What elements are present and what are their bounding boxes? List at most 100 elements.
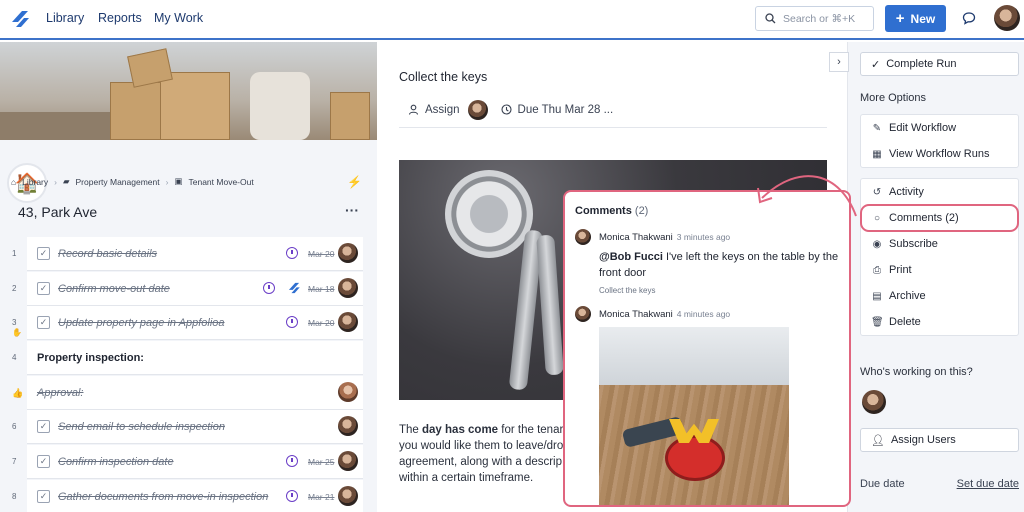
comment-author: Monica Thakwani 3 minutes ago <box>599 232 731 243</box>
task-number: 8 <box>12 491 17 501</box>
task-heading: Property inspection: <box>37 352 144 365</box>
comment-time: 4 minutes ago <box>676 309 731 319</box>
assignee-avatar <box>338 451 358 472</box>
clock-icon <box>263 281 275 294</box>
breadcrumb-library[interactable]: Library <box>22 177 48 187</box>
assign-users-button[interactable]: 👤︎ Assign Users <box>860 428 1019 452</box>
clock-icon <box>286 316 298 329</box>
task-checkbox[interactable]: ✓ <box>37 316 50 330</box>
worker-avatar[interactable] <box>862 390 886 414</box>
task-row[interactable]: 7 ✓ Confirm inspection date Mar 25 <box>0 445 377 480</box>
view-workflow-runs-item[interactable]: ▦ View Workflow Runs <box>861 141 1018 167</box>
user-avatar[interactable] <box>994 5 1020 31</box>
assignee-avatar <box>338 312 358 333</box>
run-actions-menu: ↺ Activity ○ Comments (2) ◉ Subscribe ⎙ … <box>860 178 1019 336</box>
plus-icon: + <box>895 10 905 27</box>
activity-item[interactable]: ↺ Activity <box>861 179 1018 205</box>
task-row[interactable]: 👍 Approval: <box>0 375 377 411</box>
set-due-date-link[interactable]: Set due date <box>957 478 1019 490</box>
search-placeholder: Search or ⌘+K <box>783 12 856 25</box>
complete-run-label: Complete Run <box>886 58 957 70</box>
task-row[interactable]: 1 ✓ Record basic details Mar 20 <box>0 237 377 272</box>
chevron-right-icon: › <box>54 176 57 187</box>
task-title: Collect the keys <box>399 70 488 84</box>
task-number: 4 <box>12 353 17 363</box>
check-icon: ✓ <box>871 58 881 71</box>
table-icon: ▦ <box>872 148 882 160</box>
assignee-avatar <box>338 416 358 437</box>
comment-time: 3 minutes ago <box>676 232 731 242</box>
edit-workflow-item[interactable]: ✎ Edit Workflow <box>861 115 1018 141</box>
collapse-panel-button[interactable]: › <box>829 52 849 72</box>
comments-popup: Comments (2) Monica Thakwani 3 minutes ag… <box>563 190 851 507</box>
breadcrumb-tenant-move-out[interactable]: Tenant Move-Out <box>189 177 254 187</box>
new-button-label: New <box>910 11 936 26</box>
assign-control[interactable]: Assign <box>408 104 460 116</box>
task-number: 6 <box>12 422 17 432</box>
task-label: Confirm move-out date <box>58 282 170 295</box>
comments-item[interactable]: ○ Comments (2) <box>860 204 1019 232</box>
task-row[interactable]: 3 ✋ ✓ Update property page in Appfolioa … <box>0 306 377 341</box>
trash-icon: 🗑 <box>871 316 884 328</box>
breadcrumb-property-management[interactable]: Property Management <box>76 177 160 187</box>
checklist-panel: 🏠 ⌂ Library › ▰ Property Management › ▣ … <box>0 42 377 512</box>
task-checkbox[interactable]: ✓ <box>37 489 50 503</box>
chevron-right-icon: › <box>165 176 169 187</box>
eye-icon: ◉ <box>872 238 882 250</box>
assignee-avatar <box>338 381 358 402</box>
task-label: Record basic details <box>58 248 158 260</box>
new-button[interactable]: + New <box>885 5 946 32</box>
nav-link-reports[interactable]: Reports <box>98 11 142 25</box>
working-heading: Who's working on this? <box>860 366 973 378</box>
nav-link-library[interactable]: Library <box>46 11 84 25</box>
due-date-control[interactable]: Due Thu Mar 28 ... <box>500 103 614 116</box>
task-due-date: Mar 20 <box>308 249 335 259</box>
archive-item[interactable]: ▤ Archive <box>861 283 1018 309</box>
task-number: 1 <box>12 249 17 258</box>
history-icon: ↺ <box>872 186 882 198</box>
app-logo-icon[interactable] <box>9 8 31 30</box>
commenter-avatar <box>575 306 591 322</box>
task-row[interactable]: 2 ✓ Confirm move-out date Mar 18 <box>0 271 377 307</box>
more-options-icon[interactable]: ··· <box>345 202 359 218</box>
subscribe-item[interactable]: ◉ Subscribe <box>861 231 1018 257</box>
comment-attachment-image[interactable] <box>599 327 789 505</box>
complete-run-button[interactable]: ✓ Complete Run <box>860 52 1019 76</box>
mention-link[interactable]: @Bob Fucci <box>599 251 663 263</box>
task-checkbox[interactable]: ✓ <box>37 247 50 260</box>
assignee-avatar <box>338 485 358 506</box>
task-due-date: Mar 21 <box>308 491 335 502</box>
task-checkbox[interactable]: ✓ <box>37 455 50 469</box>
task-row[interactable]: 6 ✓ Send email to schedule inspection <box>0 410 377 445</box>
assignee-avatar[interactable] <box>467 99 488 120</box>
assignee-avatar <box>338 277 358 298</box>
task-row[interactable]: 8 ✓ Gather documents from move-in inspec… <box>0 479 377 512</box>
task-due-date: Mar 18 <box>308 283 335 294</box>
top-nav: Library Reports My Work Search or ⌘+K + … <box>0 0 1024 40</box>
task-due-date: Mar 20 <box>308 318 335 329</box>
user-icon: 👤︎ <box>871 434 885 447</box>
search-icon <box>765 13 776 24</box>
comment-text: @Bob Fucci I've left the keys on the tab… <box>599 251 839 279</box>
breadcrumb: ⌂ Library › ▰ Property Management › ▣ Te… <box>11 176 254 187</box>
task-checkbox[interactable]: ✓ <box>37 281 50 295</box>
task-list: 1 ✓ Record basic details Mar 20 2 ✓ Conf… <box>0 237 377 512</box>
thumbs-up-icon: 👍 <box>12 387 24 398</box>
task-checkbox[interactable]: ✓ <box>37 420 50 434</box>
delete-item[interactable]: 🗑 Delete <box>861 309 1018 335</box>
clock-icon <box>286 247 298 259</box>
search-input[interactable]: Search or ⌘+K <box>755 6 874 31</box>
due-date-label: Due Thu Mar 28 ... <box>517 103 614 116</box>
task-row[interactable]: 4 Property inspection: <box>0 341 377 376</box>
task-description: The day has come for the tenar you would… <box>399 424 564 484</box>
print-item[interactable]: ⎙ Print <box>861 257 1018 283</box>
nav-link-my-work[interactable]: My Work <box>154 11 203 25</box>
chat-icon[interactable] <box>962 11 976 25</box>
comment-task-link[interactable]: Collect the keys <box>599 286 655 295</box>
cover-image <box>0 42 377 140</box>
workflow-menu: ✎ Edit Workflow ▦ View Workflow Runs <box>860 114 1019 168</box>
hand-icon: ✋ <box>12 328 22 338</box>
automation-icon <box>288 282 300 293</box>
lightning-icon[interactable]: ⚡ <box>347 175 362 189</box>
folder-icon: ▰ <box>62 176 70 186</box>
